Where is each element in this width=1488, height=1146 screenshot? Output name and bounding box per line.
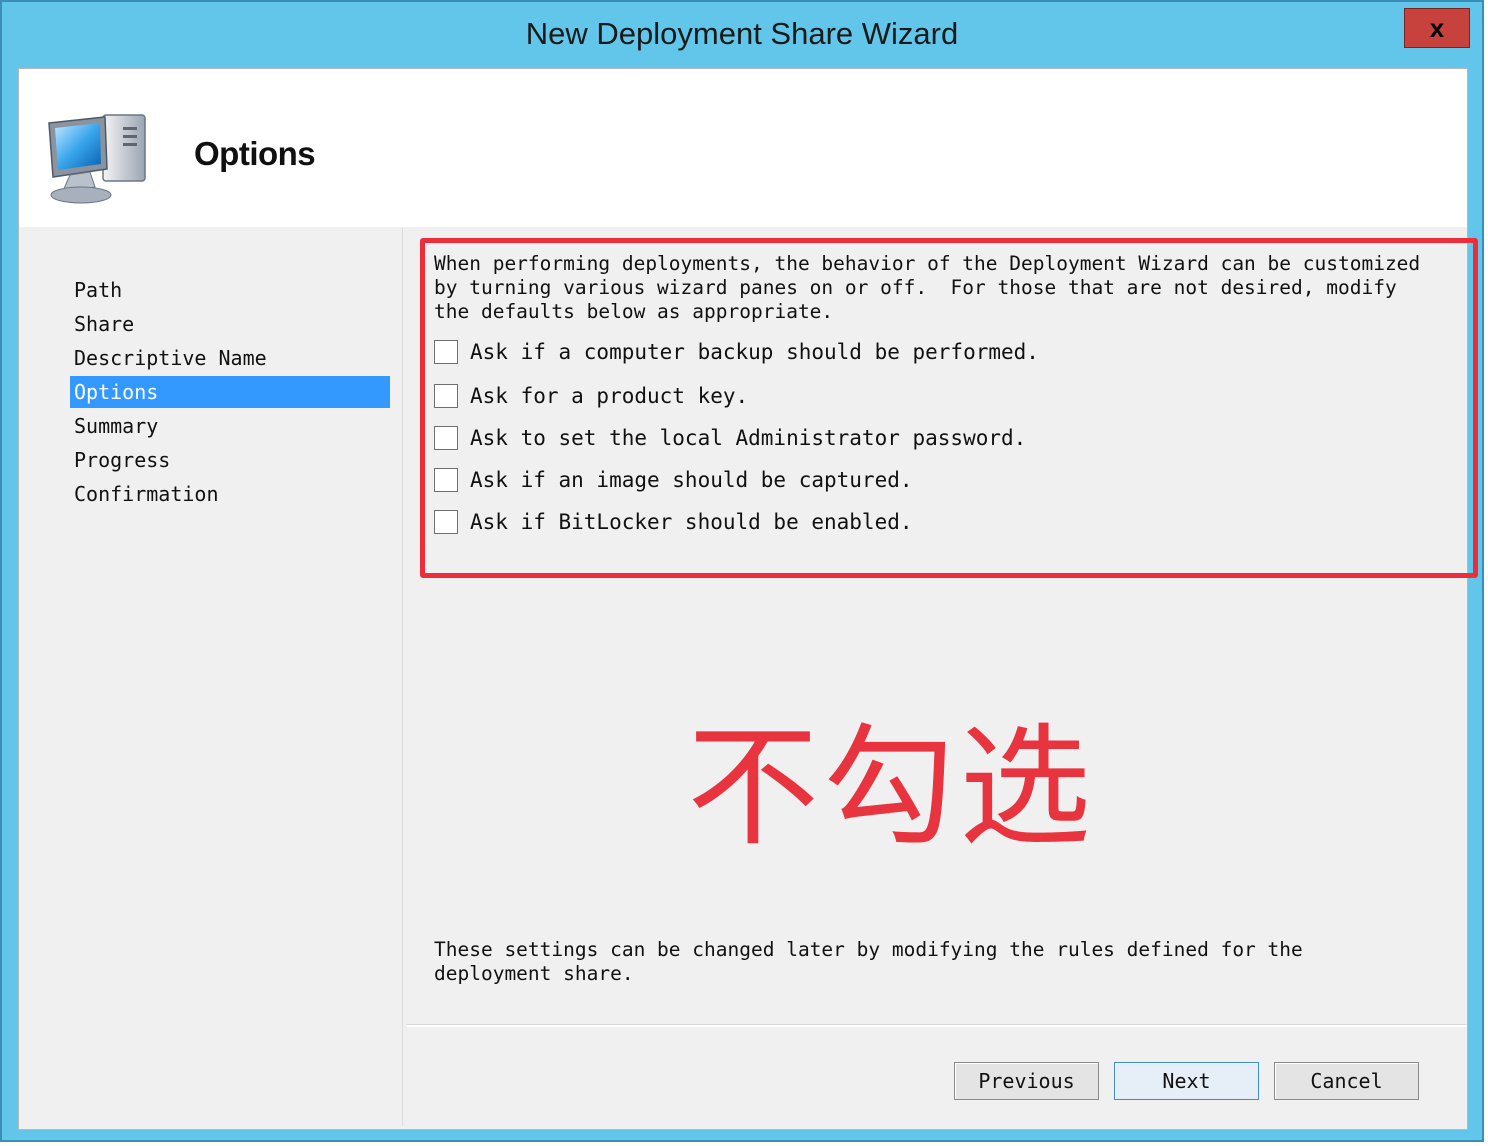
option-product-key[interactable]: Ask for a product key. [434, 382, 748, 410]
step-share[interactable]: Share [70, 308, 390, 340]
step-options[interactable]: Options [70, 376, 390, 408]
next-button[interactable]: Next [1114, 1062, 1259, 1100]
step-progress[interactable]: Progress [70, 444, 390, 476]
button-bar-divider [407, 1024, 1467, 1027]
bitlocker-checkbox[interactable] [434, 510, 458, 534]
product-key-checkbox[interactable] [434, 384, 458, 408]
option-image-capture[interactable]: Ask if an image should be captured. [434, 466, 913, 494]
wizard-client-area: Options Path Share Descriptive Name Opti… [18, 68, 1478, 1130]
step-descriptive-name[interactable]: Descriptive Name [70, 342, 390, 374]
footer-note: These settings can be changed later by m… [434, 938, 1303, 985]
image-capture-label: Ask if an image should be captured. [470, 468, 913, 492]
product-key-label: Ask for a product key. [470, 384, 749, 408]
close-button[interactable]: x [1404, 8, 1470, 48]
intro-text: When performing deployments, the behavio… [434, 252, 1421, 323]
bitlocker-label: Ask if BitLocker should be enabled. [470, 510, 913, 534]
step-confirmation[interactable]: Confirmation [70, 478, 390, 510]
previous-button[interactable]: Previous [954, 1062, 1099, 1100]
computer-backup-checkbox[interactable] [434, 340, 458, 364]
step-path[interactable]: Path [70, 274, 390, 306]
computer-icon [48, 114, 146, 204]
page-title: Options [194, 135, 316, 172]
option-admin-password[interactable]: Ask to set the local Administrator passw… [434, 424, 1026, 452]
close-icon: x [1429, 12, 1445, 43]
cancel-button[interactable]: Cancel [1274, 1062, 1419, 1100]
option-bitlocker[interactable]: Ask if BitLocker should be enabled. [434, 508, 913, 536]
option-computer-backup[interactable]: Ask if a computer backup should be perfo… [434, 338, 1039, 366]
title-bar[interactable]: New Deployment Share Wizard x [2, 2, 1482, 68]
computer-backup-label: Ask if a computer backup should be perfo… [470, 340, 1039, 364]
admin-password-checkbox[interactable] [434, 426, 458, 450]
wizard-step-list: Path Share Descriptive Name Options Summ… [21, 228, 403, 1126]
annotation-text: 不勾选 [687, 711, 1095, 865]
step-summary[interactable]: Summary [70, 410, 390, 442]
options-panel: When performing deployments, the behavio… [407, 228, 1478, 1024]
wizard-header: Options [19, 69, 1467, 227]
wizard-window: New Deployment Share Wizard x Options Pa… [0, 0, 1484, 1142]
window-title: New Deployment Share Wizard [525, 16, 959, 51]
admin-password-label: Ask to set the local Administrator passw… [470, 426, 1027, 450]
image-capture-checkbox[interactable] [434, 468, 458, 492]
